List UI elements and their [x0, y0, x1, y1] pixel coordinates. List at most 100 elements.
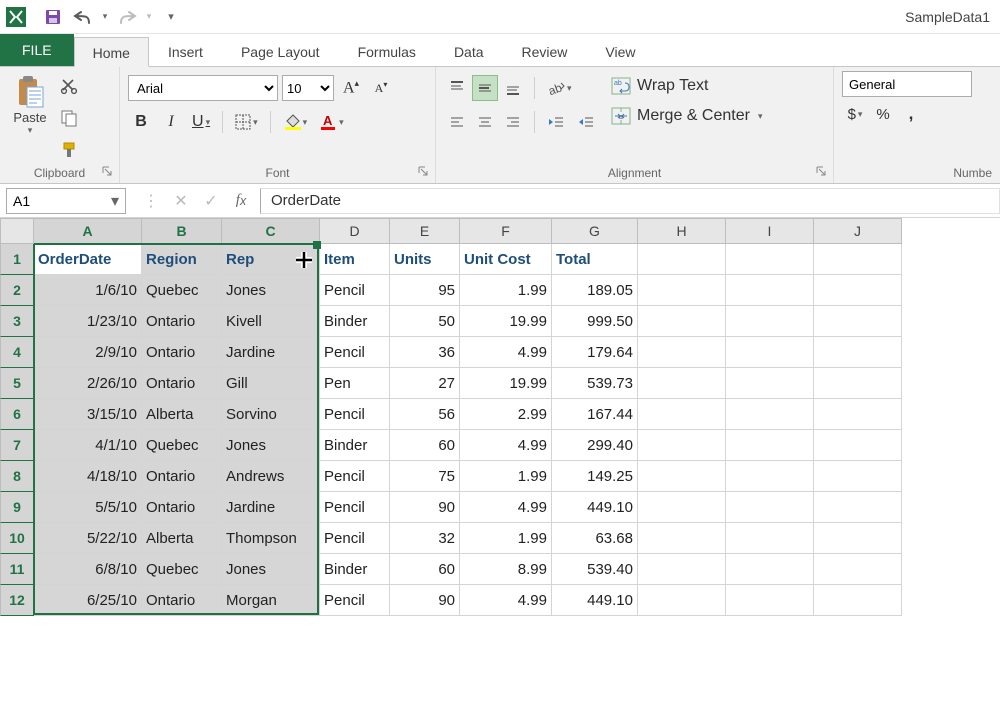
cell[interactable]: 32 [390, 523, 460, 554]
align-top-button[interactable] [444, 75, 470, 101]
cell[interactable] [814, 244, 902, 275]
tab-formulas[interactable]: Formulas [339, 36, 435, 66]
tab-data[interactable]: Data [435, 36, 503, 66]
cell[interactable]: Total [552, 244, 638, 275]
cell[interactable] [638, 523, 726, 554]
cell[interactable] [814, 492, 902, 523]
cell[interactable] [814, 337, 902, 368]
wrap-text-button[interactable]: ab Wrap Text [607, 73, 787, 99]
cell[interactable] [814, 399, 902, 430]
increase-indent-button[interactable] [573, 109, 599, 135]
cell[interactable]: 5/5/10 [34, 492, 142, 523]
cell[interactable]: 299.40 [552, 430, 638, 461]
cut-button[interactable] [56, 73, 82, 99]
cell[interactable]: Jardine [222, 492, 320, 523]
column-header[interactable]: J [814, 218, 902, 244]
cell[interactable] [726, 244, 814, 275]
align-left-button[interactable] [444, 109, 470, 135]
undo-split-button[interactable]: ▾ [98, 2, 112, 32]
cell[interactable]: 6/8/10 [34, 554, 142, 585]
cell[interactable] [726, 368, 814, 399]
cell[interactable] [638, 461, 726, 492]
cell[interactable]: 4/1/10 [34, 430, 142, 461]
cell[interactable]: 4.99 [460, 337, 552, 368]
cell[interactable] [814, 585, 902, 616]
column-header[interactable]: H [638, 218, 726, 244]
cell[interactable]: 90 [390, 492, 460, 523]
cell[interactable]: 2.99 [460, 399, 552, 430]
cell[interactable]: 2/9/10 [34, 337, 142, 368]
align-bottom-button[interactable] [500, 75, 526, 101]
cell[interactable]: 19.99 [460, 368, 552, 399]
cell[interactable]: Ontario [142, 585, 222, 616]
font-size-select[interactable]: 10 [282, 75, 334, 101]
cell[interactable]: 149.25 [552, 461, 638, 492]
row-header[interactable]: 11 [0, 554, 34, 585]
cell[interactable] [638, 399, 726, 430]
name-box-dropdown-icon[interactable]: ▾ [105, 191, 125, 211]
cell[interactable]: Alberta [142, 523, 222, 554]
column-header[interactable]: E [390, 218, 460, 244]
orientation-button[interactable]: ab [543, 75, 576, 101]
paste-split-icon[interactable]: ▾ [28, 125, 33, 136]
cell[interactable]: Thompson [222, 523, 320, 554]
undo-button[interactable] [68, 2, 98, 32]
cell[interactable] [638, 554, 726, 585]
cell[interactable]: Pencil [320, 492, 390, 523]
font-name-select[interactable]: Arial [128, 75, 278, 101]
cell[interactable]: 539.40 [552, 554, 638, 585]
cell[interactable]: Pencil [320, 337, 390, 368]
cell[interactable]: 539.73 [552, 368, 638, 399]
cell[interactable]: 50 [390, 306, 460, 337]
cell[interactable]: Region [142, 244, 222, 275]
cell[interactable]: 3/15/10 [34, 399, 142, 430]
cell[interactable]: 6/25/10 [34, 585, 142, 616]
row-header[interactable]: 9 [0, 492, 34, 523]
cell[interactable]: 1.99 [460, 461, 552, 492]
cell[interactable]: 36 [390, 337, 460, 368]
cell[interactable] [726, 337, 814, 368]
tab-file[interactable]: FILE [0, 34, 74, 66]
cell[interactable]: Pencil [320, 523, 390, 554]
cell[interactable] [726, 461, 814, 492]
paste-button[interactable]: Paste ▾ [8, 71, 52, 163]
italic-button[interactable]: I [158, 109, 184, 135]
cell[interactable]: Unit Cost [460, 244, 552, 275]
cell[interactable]: Pencil [320, 461, 390, 492]
cell[interactable]: 63.68 [552, 523, 638, 554]
name-box[interactable]: ▾ [6, 188, 126, 214]
comma-format-button[interactable]: , [898, 101, 924, 127]
clipboard-dialog-launcher[interactable] [101, 165, 115, 179]
percent-format-button[interactable]: % [870, 101, 896, 127]
number-format-select[interactable] [842, 71, 972, 97]
cell[interactable]: Binder [320, 430, 390, 461]
shrink-font-button[interactable]: A▾ [368, 75, 394, 101]
cell[interactable]: Sorvino [222, 399, 320, 430]
row-header[interactable]: 2 [0, 275, 34, 306]
row-header[interactable]: 8 [0, 461, 34, 492]
cell[interactable] [638, 430, 726, 461]
cell[interactable]: 4.99 [460, 492, 552, 523]
cell[interactable]: Morgan [222, 585, 320, 616]
align-center-button[interactable] [472, 109, 498, 135]
underline-button[interactable]: U [188, 109, 214, 135]
cell[interactable]: 75 [390, 461, 460, 492]
tab-insert[interactable]: Insert [149, 36, 222, 66]
align-middle-button[interactable] [472, 75, 498, 101]
cell[interactable] [726, 492, 814, 523]
cell[interactable]: Quebec [142, 275, 222, 306]
tab-review[interactable]: Review [503, 36, 587, 66]
cell[interactable]: Pencil [320, 399, 390, 430]
worksheet[interactable]: 123456789101112 ABCDEFGHIJ OrderDateRegi… [0, 218, 1000, 727]
accounting-format-button[interactable]: $ [842, 101, 868, 127]
cell[interactable] [638, 492, 726, 523]
cell[interactable]: Jones [222, 430, 320, 461]
cell[interactable]: Binder [320, 306, 390, 337]
cell[interactable] [726, 430, 814, 461]
cell[interactable]: Quebec [142, 554, 222, 585]
column-header[interactable]: I [726, 218, 814, 244]
cell[interactable] [638, 275, 726, 306]
cell[interactable]: 27 [390, 368, 460, 399]
enter-formula-button[interactable]: ✓ [202, 192, 220, 210]
cell[interactable]: Alberta [142, 399, 222, 430]
